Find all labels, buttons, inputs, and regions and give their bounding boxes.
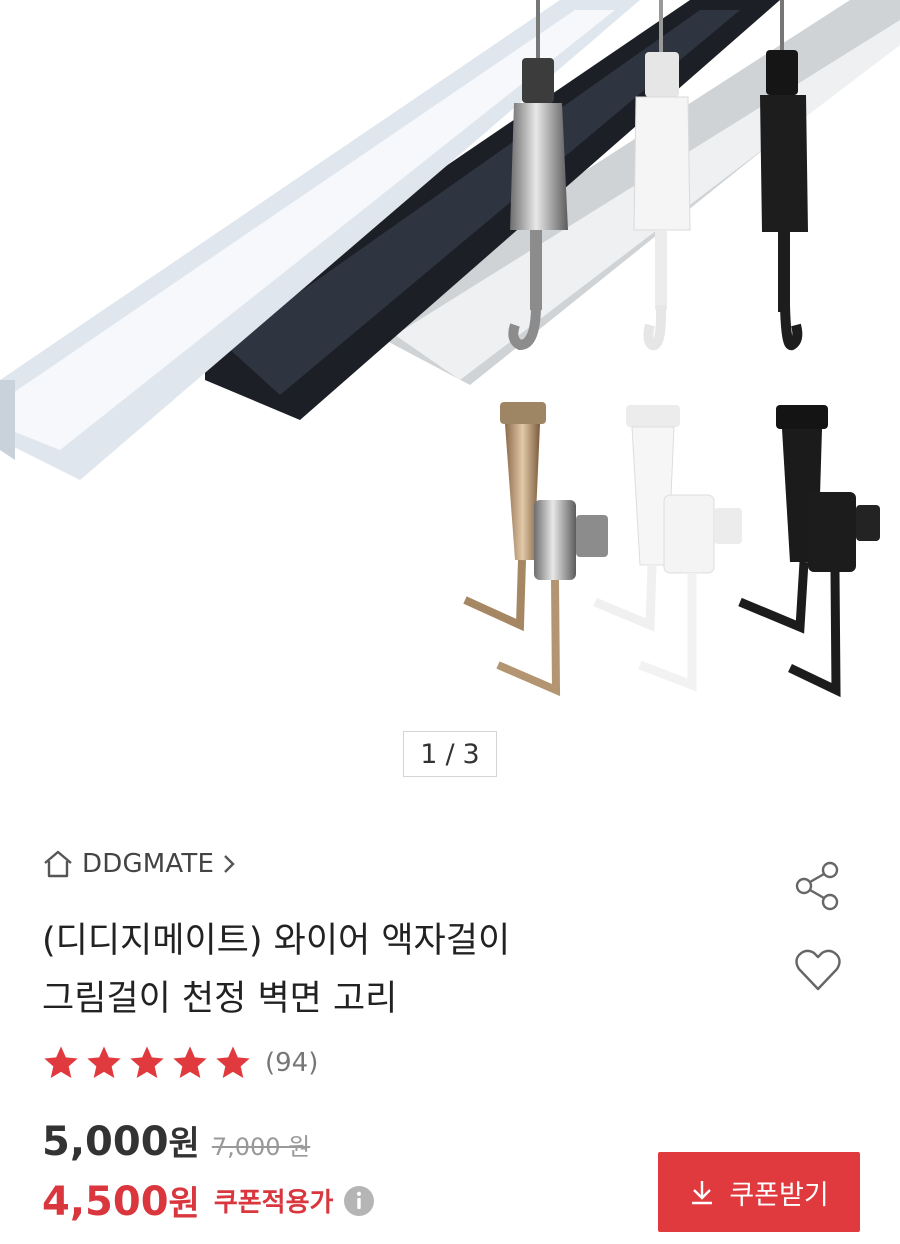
product-title-line2: 그림걸이 천정 벽면 고리 xyxy=(42,979,398,1019)
brand-link[interactable]: DDGMATE xyxy=(42,846,236,882)
star-icon xyxy=(173,1046,207,1078)
coupon-label: 쿠폰적용가 xyxy=(213,1188,334,1218)
star-icon xyxy=(44,1046,78,1078)
get-coupon-button[interactable]: 쿠폰받기 xyxy=(658,1152,860,1232)
product-image xyxy=(0,0,900,698)
download-icon xyxy=(692,1181,713,1205)
star-icon xyxy=(216,1046,250,1078)
sale-price: 5,000원 xyxy=(42,1116,200,1165)
pager-total: 3 xyxy=(462,738,480,770)
star-icon xyxy=(87,1046,121,1078)
home-icon xyxy=(44,850,72,878)
gallery-pager: 1 / 3 xyxy=(403,731,497,777)
sale-price-value: 5,000 xyxy=(42,1119,169,1165)
price-row: 5,000원 7,000 원 xyxy=(42,1116,310,1165)
chevron-right-icon xyxy=(224,855,235,873)
star-icon xyxy=(130,1046,164,1078)
brand-name: DDGMATE xyxy=(82,849,215,879)
coupon-price: 4,500원 xyxy=(42,1176,200,1225)
pager-separator: / xyxy=(445,738,455,770)
heart-icon[interactable] xyxy=(792,944,844,996)
share-icon[interactable] xyxy=(792,860,844,912)
rating-row[interactable]: (94) xyxy=(40,1043,318,1083)
coupon-price-row: 4,500원 쿠폰적용가 xyxy=(42,1176,375,1225)
review-count: (94) xyxy=(265,1048,319,1078)
info-icon[interactable] xyxy=(343,1185,375,1217)
product-title-line1: (디디지메이트) 와이어 액자걸이 xyxy=(42,921,511,961)
coupon-button-label: 쿠폰받기 xyxy=(729,1179,829,1211)
product-title: (디디지메이트) 와이어 액자걸이 그림걸이 천정 벽면 고리 xyxy=(42,912,682,1028)
star-rating xyxy=(40,1043,255,1083)
coupon-price-value: 4,500 xyxy=(42,1179,169,1225)
sale-price-unit: 원 xyxy=(168,1124,200,1164)
coupon-price-unit: 원 xyxy=(168,1184,200,1224)
original-price: 7,000 원 xyxy=(211,1133,311,1161)
product-image-gallery[interactable]: 1 / 3 xyxy=(0,0,900,800)
pager-current: 1 xyxy=(420,738,438,770)
